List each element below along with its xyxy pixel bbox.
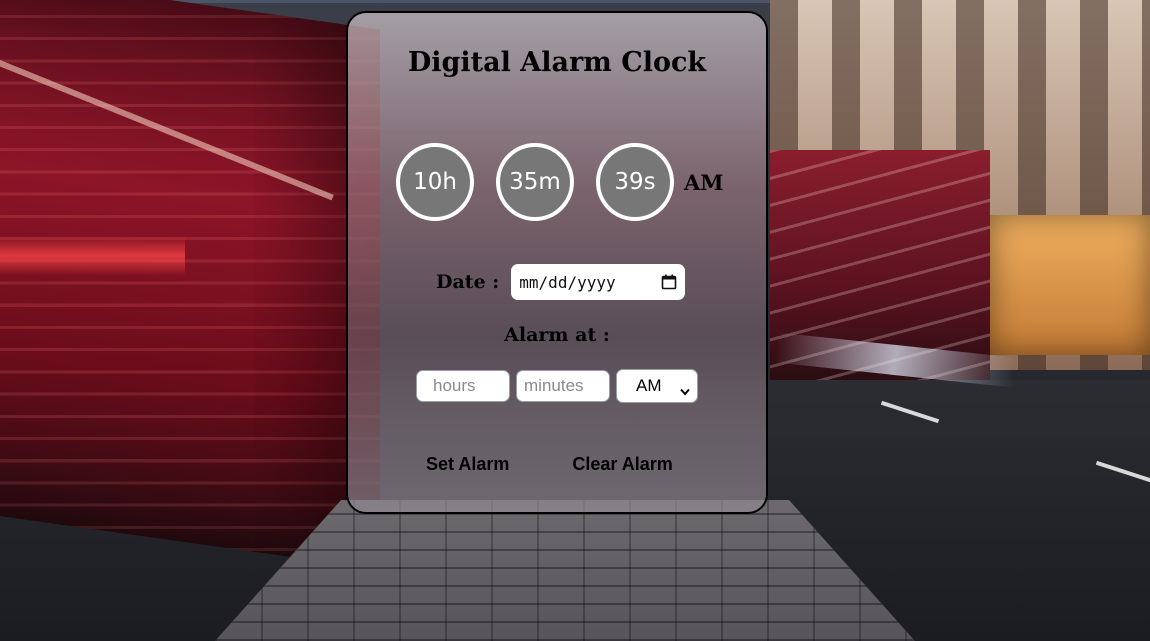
alarm-label: Alarm at :: [504, 324, 610, 346]
bus-left-red-trail: [0, 236, 185, 276]
alarm-minutes-input[interactable]: minutes: [516, 370, 610, 402]
chevron-down-icon: [680, 381, 690, 401]
period-display: AM: [684, 169, 724, 195]
date-input-value: mm/dd/yyyy: [519, 272, 616, 292]
minutes-display: 35m: [496, 143, 574, 221]
alarm-clock-card: Digital Alarm Clock 10h 35m 39s AM Date …: [346, 11, 768, 514]
alarm-hours-input[interactable]: hours: [416, 370, 510, 402]
alarm-buttons: Set Alarm Clear Alarm: [426, 454, 673, 475]
set-alarm-button[interactable]: Set Alarm: [426, 454, 509, 475]
clock-display: 10h 35m 39s AM: [396, 143, 724, 221]
date-row: Date : mm/dd/yyyy: [436, 264, 686, 300]
date-input[interactable]: mm/dd/yyyy: [511, 264, 686, 300]
clear-alarm-button[interactable]: Clear Alarm: [572, 454, 672, 475]
calendar-icon[interactable]: [661, 274, 677, 290]
date-label: Date :: [436, 271, 500, 293]
seconds-display: 39s: [596, 143, 674, 221]
shop-front: [990, 215, 1150, 355]
alarm-period-value: AM: [636, 376, 662, 395]
page-title: Digital Alarm Clock: [407, 47, 707, 78]
alarm-period-select[interactable]: AM: [616, 369, 698, 403]
alarm-inputs: hours minutes AM: [416, 369, 698, 403]
hours-display: 10h: [396, 143, 474, 221]
